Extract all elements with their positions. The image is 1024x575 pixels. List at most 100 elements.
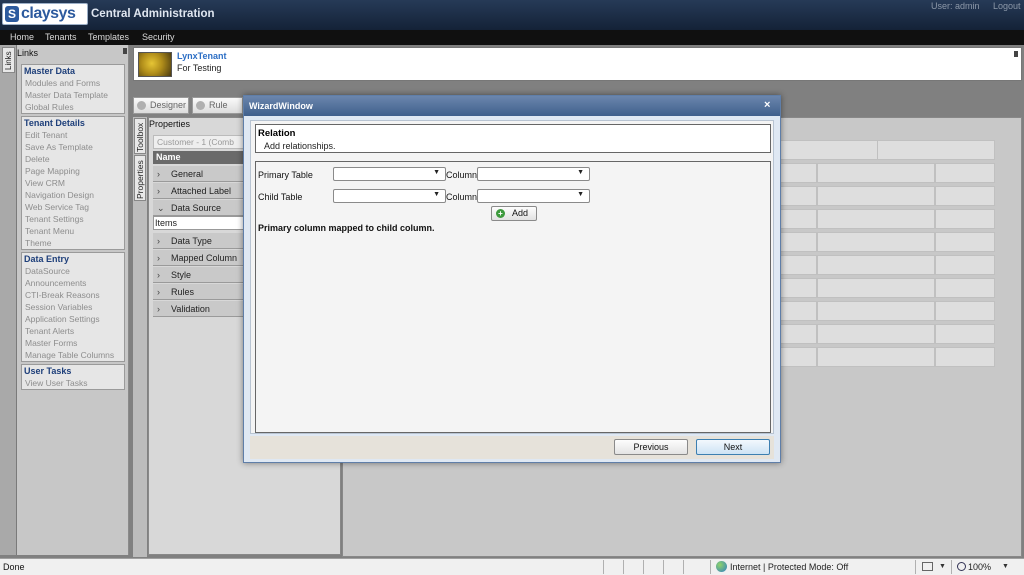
grid-cell[interactable] bbox=[777, 232, 817, 252]
grid-cell[interactable] bbox=[935, 255, 995, 275]
grid-cell[interactable] bbox=[817, 301, 935, 321]
link-page-mapping[interactable]: Page Mapping bbox=[22, 165, 124, 177]
grid-cell[interactable] bbox=[817, 278, 935, 298]
logout-link[interactable]: Logout bbox=[993, 1, 1021, 11]
prop-data-source[interactable]: ⌄ Data Source bbox=[153, 200, 246, 216]
link-tenant-alerts[interactable]: Tenant Alerts bbox=[22, 325, 124, 337]
chevron-down-icon[interactable]: ▼ bbox=[939, 563, 946, 570]
grid-cell[interactable] bbox=[935, 232, 995, 252]
grid-cell[interactable] bbox=[777, 347, 817, 367]
prop-general[interactable]: › General bbox=[153, 166, 246, 182]
control-selector[interactable]: Customer - 1 (Comb bbox=[153, 135, 245, 149]
security-status-icon[interactable] bbox=[922, 562, 933, 571]
grid-cell[interactable] bbox=[935, 347, 995, 367]
grid-cell[interactable] bbox=[817, 209, 935, 229]
status-divider bbox=[663, 560, 664, 574]
link-web-service-tag[interactable]: Web Service Tag bbox=[22, 201, 124, 213]
security-zone[interactable]: Internet | Protected Mode: Off bbox=[730, 562, 848, 572]
wizard-titlebar[interactable]: WizardWindow × bbox=[244, 96, 780, 116]
grid-cell[interactable] bbox=[935, 186, 995, 206]
chevron-right-icon: › bbox=[157, 253, 160, 263]
link-modules-and-forms[interactable]: Modules and Forms bbox=[22, 77, 124, 89]
link-application-settings[interactable]: Application Settings bbox=[22, 313, 124, 325]
grid-cell[interactable] bbox=[935, 163, 995, 183]
previous-button[interactable]: Previous bbox=[614, 439, 688, 455]
menu-templates[interactable]: Templates bbox=[88, 32, 129, 42]
menu-security[interactable]: Security bbox=[142, 32, 175, 42]
link-master-forms[interactable]: Master Forms bbox=[22, 337, 124, 349]
primary-table-select[interactable]: ▼ bbox=[333, 167, 446, 181]
link-navigation-design[interactable]: Navigation Design bbox=[22, 189, 124, 201]
link-master-data-template[interactable]: Master Data Template bbox=[22, 89, 124, 101]
menu-home[interactable]: Home bbox=[10, 32, 34, 42]
grid-cell[interactable] bbox=[777, 140, 892, 160]
internet-zone-icon bbox=[716, 561, 727, 572]
grid-cell[interactable] bbox=[935, 209, 995, 229]
logo-mark-icon: S bbox=[5, 6, 19, 22]
grid-cell[interactable] bbox=[877, 140, 995, 160]
link-edit-tenant[interactable]: Edit Tenant bbox=[22, 129, 124, 141]
tab-properties-label: Properties bbox=[135, 160, 145, 199]
link-view-crm[interactable]: View CRM bbox=[22, 177, 124, 189]
link-manage-table-columns[interactable]: Manage Table Columns bbox=[22, 349, 124, 361]
prop-validation[interactable]: › Validation bbox=[153, 301, 246, 317]
grid-cell[interactable] bbox=[935, 301, 995, 321]
grid-cell[interactable] bbox=[817, 163, 935, 183]
grid-cell[interactable] bbox=[777, 163, 817, 183]
items-field[interactable]: Items bbox=[153, 216, 246, 230]
claysys-logo: S claysys bbox=[2, 3, 88, 25]
prop-data-type[interactable]: › Data Type bbox=[153, 233, 246, 249]
grid-cell[interactable] bbox=[817, 347, 935, 367]
designer-icon bbox=[137, 101, 146, 110]
zoom-level[interactable]: 100% bbox=[968, 562, 991, 572]
pin-icon[interactable] bbox=[1014, 51, 1018, 57]
link-theme[interactable]: Theme bbox=[22, 237, 124, 249]
prop-style[interactable]: › Style bbox=[153, 267, 246, 283]
tenant-description: For Testing bbox=[177, 63, 222, 73]
link-global-rules[interactable]: Global Rules bbox=[22, 101, 124, 113]
grid-cell[interactable] bbox=[817, 186, 935, 206]
grid-cell[interactable] bbox=[777, 278, 817, 298]
link-cti-break-reasons[interactable]: CTI-Break Reasons bbox=[22, 289, 124, 301]
add-relation-button[interactable]: + Add bbox=[491, 206, 537, 221]
link-datasource[interactable]: DataSource bbox=[22, 265, 124, 277]
link-view-user-tasks[interactable]: View User Tasks bbox=[22, 377, 124, 389]
tab-properties[interactable]: Properties bbox=[134, 155, 146, 201]
pin-icon[interactable] bbox=[123, 48, 127, 54]
links-tab[interactable]: Links bbox=[2, 47, 15, 73]
rule-button[interactable]: Rule bbox=[192, 97, 243, 114]
prop-attached-label[interactable]: › Attached Label bbox=[153, 183, 246, 199]
side-tabs: Toolbox Properties bbox=[133, 117, 147, 557]
grid-cell[interactable] bbox=[935, 278, 995, 298]
link-save-as-template[interactable]: Save As Template bbox=[22, 141, 124, 153]
items-label: Items bbox=[155, 218, 178, 228]
grid-cell[interactable] bbox=[777, 186, 817, 206]
link-tenant-menu[interactable]: Tenant Menu bbox=[22, 225, 124, 237]
grid-cell[interactable] bbox=[817, 324, 935, 344]
child-column-select[interactable]: ▼ bbox=[477, 189, 590, 203]
next-button[interactable]: Next bbox=[696, 439, 770, 455]
tenant-name[interactable]: LynxTenant bbox=[177, 51, 227, 61]
designer-button[interactable]: Designer bbox=[133, 97, 189, 114]
close-icon[interactable]: × bbox=[764, 99, 770, 111]
primary-column-select[interactable]: ▼ bbox=[477, 167, 590, 181]
menu-tenants[interactable]: Tenants bbox=[45, 32, 77, 42]
grid-cell[interactable] bbox=[777, 301, 817, 321]
grid-cell[interactable] bbox=[817, 255, 935, 275]
child-table-select[interactable]: ▼ bbox=[333, 189, 446, 203]
chevron-down-icon[interactable]: ▼ bbox=[1002, 563, 1009, 570]
main-menu: Home Tenants Templates Security bbox=[0, 30, 1024, 45]
link-announcements[interactable]: Announcements bbox=[22, 277, 124, 289]
prop-mapped-column[interactable]: › Mapped Column bbox=[153, 250, 246, 266]
grid-cell[interactable] bbox=[817, 232, 935, 252]
grid-cell[interactable] bbox=[777, 324, 817, 344]
links-strip: Links bbox=[0, 45, 17, 555]
link-tenant-settings[interactable]: Tenant Settings bbox=[22, 213, 124, 225]
prop-rules[interactable]: › Rules bbox=[153, 284, 246, 300]
link-delete[interactable]: Delete bbox=[22, 153, 124, 165]
grid-cell[interactable] bbox=[777, 255, 817, 275]
grid-cell[interactable] bbox=[935, 324, 995, 344]
tab-toolbox[interactable]: Toolbox bbox=[134, 118, 146, 154]
link-session-variables[interactable]: Session Variables bbox=[22, 301, 124, 313]
grid-cell[interactable] bbox=[777, 209, 817, 229]
